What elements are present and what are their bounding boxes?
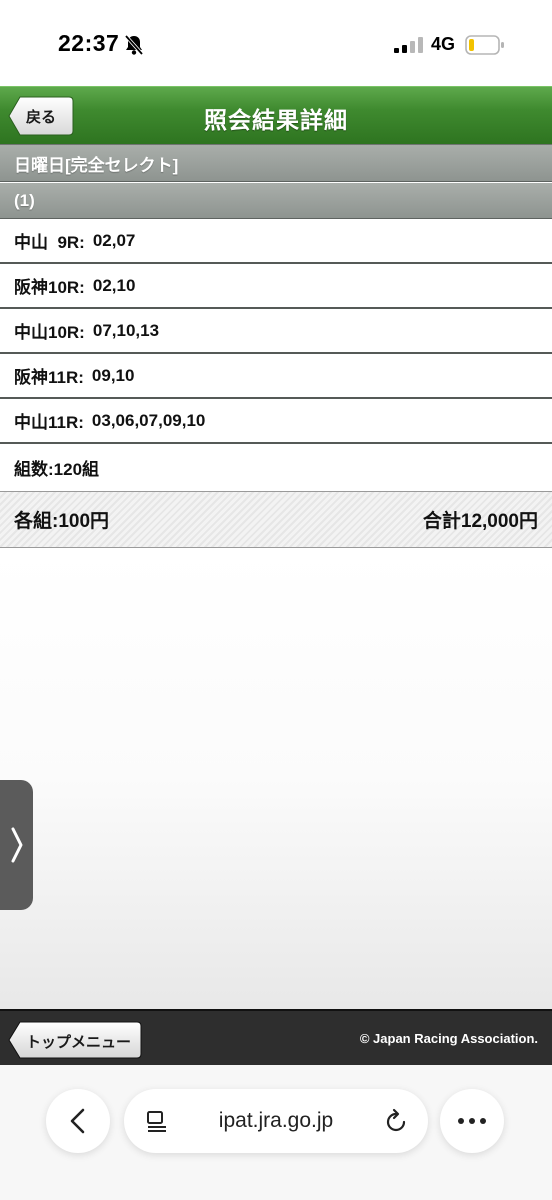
horse-numbers: 02,07 (92, 230, 136, 250)
horse-numbers: 02,10 (92, 275, 136, 295)
screen: 22:37 4G 戻る 照会結果詳細 日曜日[完全セレクト] (1) 中山 9R… (0, 0, 552, 1200)
footer: トップメニュー © Japan Racing Association. (0, 1009, 552, 1065)
per-unit-amount: 各組:100円 (14, 511, 110, 532)
horse-numbers: 09,10 (91, 365, 135, 385)
top-menu-button[interactable]: トップメニュー (8, 1021, 142, 1059)
combination-count-row: 組数:120組 (0, 444, 552, 492)
chevron-left-icon (70, 1108, 85, 1134)
address-bar[interactable]: ipat.jra.go.jp (124, 1089, 428, 1153)
status-time: 22:37 (58, 30, 120, 56)
ellipsis-icon (458, 1118, 486, 1124)
race-row: 阪神10R: 02,10 (0, 264, 552, 309)
race-row: 中山10R: 07,10,13 (0, 309, 552, 354)
copyright: © Japan Racing Association. (359, 1031, 538, 1046)
reload-icon[interactable] (384, 1108, 408, 1134)
total-bar: 各組:100円 合計12,000円 (0, 492, 552, 548)
empty-content-area (0, 549, 552, 1009)
url-text: ipat.jra.go.jp (218, 1109, 334, 1132)
more-button[interactable] (440, 1089, 504, 1153)
total-amount: 合計12,000円 (422, 511, 538, 532)
race-label: 中山10R: (14, 323, 85, 342)
race-row: 中山11R: 03,06,07,09,10 (0, 399, 552, 444)
bell-slash-icon (124, 34, 144, 56)
browser-toolbar: ipat.jra.go.jp (0, 1065, 552, 1200)
browser-back-button[interactable] (46, 1089, 110, 1153)
section-number-header: (1) (0, 183, 552, 219)
race-label: 中山11R: (14, 413, 84, 432)
side-drawer-handle[interactable] (0, 780, 33, 910)
race-label: 阪神11R: (14, 368, 84, 387)
race-label: 中山 9R: (14, 233, 85, 252)
status-bar: 22:37 4G (0, 0, 552, 86)
race-row: 阪神11R: 09,10 (0, 354, 552, 399)
network-label: 4G (431, 34, 456, 54)
battery-low-icon (465, 35, 504, 55)
signal-bars-icon (394, 37, 423, 53)
page-title: 照会結果詳細 (204, 107, 348, 133)
section-day-header: 日曜日[完全セレクト] (0, 144, 552, 182)
race-label: 阪神10R: (14, 278, 85, 297)
combination-count: 組数:120組 (14, 460, 100, 479)
race-row: 中山 9R: 02,07 (0, 219, 552, 264)
nav-header: 戻る 照会結果詳細 (0, 86, 552, 144)
horse-numbers: 03,06,07,09,10 (91, 410, 206, 430)
top-menu-label: トップメニュー (26, 1034, 132, 1051)
horse-numbers: 07,10,13 (92, 320, 160, 340)
chevron-right-icon (11, 827, 22, 863)
